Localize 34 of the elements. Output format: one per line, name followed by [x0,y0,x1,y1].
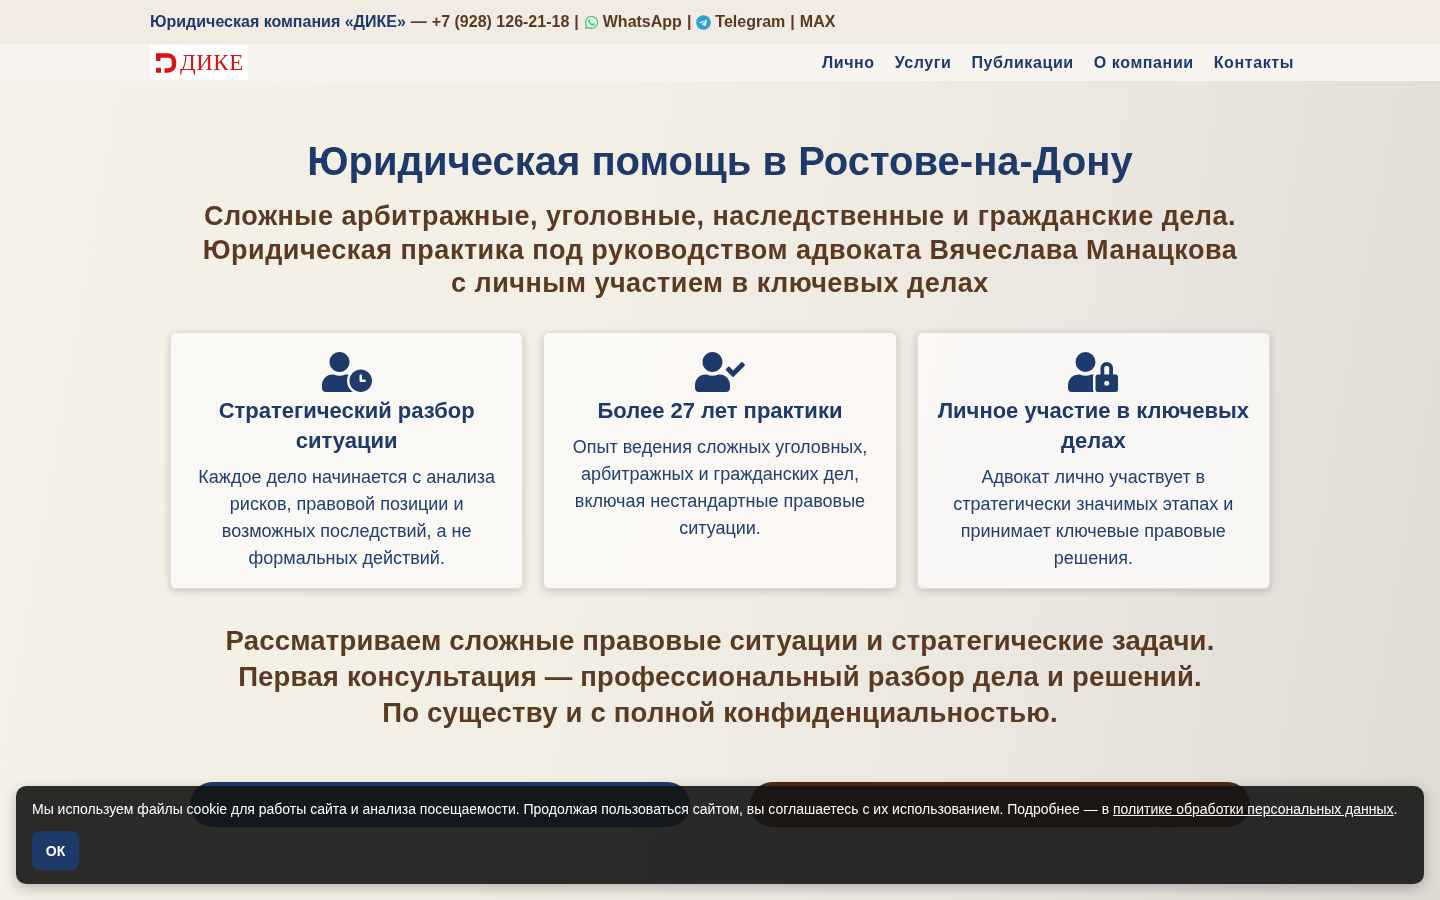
card-description: Адвокат лично участвует в стратегически значимых этапах и принимает ключевые правовые решения. [952,465,1235,570]
privacy-policy-link[interactable]: политике обработки персональных данных [1113,801,1394,817]
nav-link[interactable]: Услуги [894,53,952,72]
user-lock-icon [1068,351,1119,392]
phone-bubble-icon [583,14,599,30]
nav-link[interactable]: О компании [1093,53,1194,72]
dash-text: — [410,13,427,31]
card-title: Стратегический разбор ситуации [217,396,476,455]
paper-plane-icon [696,14,712,30]
card-title: Более 27 лет практики [597,396,843,425]
phone-link[interactable]: +7 (928) 126-21-18 [431,13,570,31]
cookie-notice-text: Мы используем файлы cookie для работы сайта и анализа посещаемости. Продолжая пользоваться сайтом, вы соглашаетесь с их использованием. Подробнее — в политике обработки персональных данных. [32,800,1399,819]
subtitle-text: Сложные арбитражные, уголовные, наследственные и гражданские дела. Юридическая практика под руководством адвоката Вячеслава Манацкова с личным участием в ключевых делах [202,200,1238,300]
separator-text: | [686,13,692,31]
nav-link[interactable]: Публикации [971,53,1074,72]
page-title: Юридическая помощь в Ростове-на-Дону [307,138,1133,185]
card-title: Личное участие в ключевых делах [936,396,1250,455]
logo-mark-icon [155,51,177,74]
card-description: Каждое дело начинается с анализа рисков, правовой позиции и возможных последствий, а не формальных действий. [197,465,496,570]
company-name: Юридическая компания «ДИКЕ» [150,13,406,31]
separator-text: | [574,13,579,31]
nav-link[interactable]: Лично [821,53,875,72]
logo[interactable]: ДИКЕ [150,45,248,80]
tagline-text: Рассматриваем сложные правовые ситуации и стратегические задачи. Первая консультация — профессиональный разбор дела и решений. По существу и с полной конфиденциальностью. [225,623,1215,730]
user-check-icon [695,351,745,392]
messenger-link[interactable]: MAX [799,13,836,31]
card-description: Опыт ведения сложных уголовных, арбитражных и гражданских дел, включая нестандартные правовые ситуации. [571,435,869,540]
user-clock-icon [321,351,372,392]
messenger-link[interactable]: Telegram [696,13,786,31]
logo-text: ДИКЕ [180,49,244,76]
nav-link[interactable]: Контакты [1213,53,1294,72]
separator-text: | [790,13,795,31]
messenger-link[interactable]: WhatsApp [583,13,682,31]
accept-button[interactable]: ОК [32,831,79,870]
